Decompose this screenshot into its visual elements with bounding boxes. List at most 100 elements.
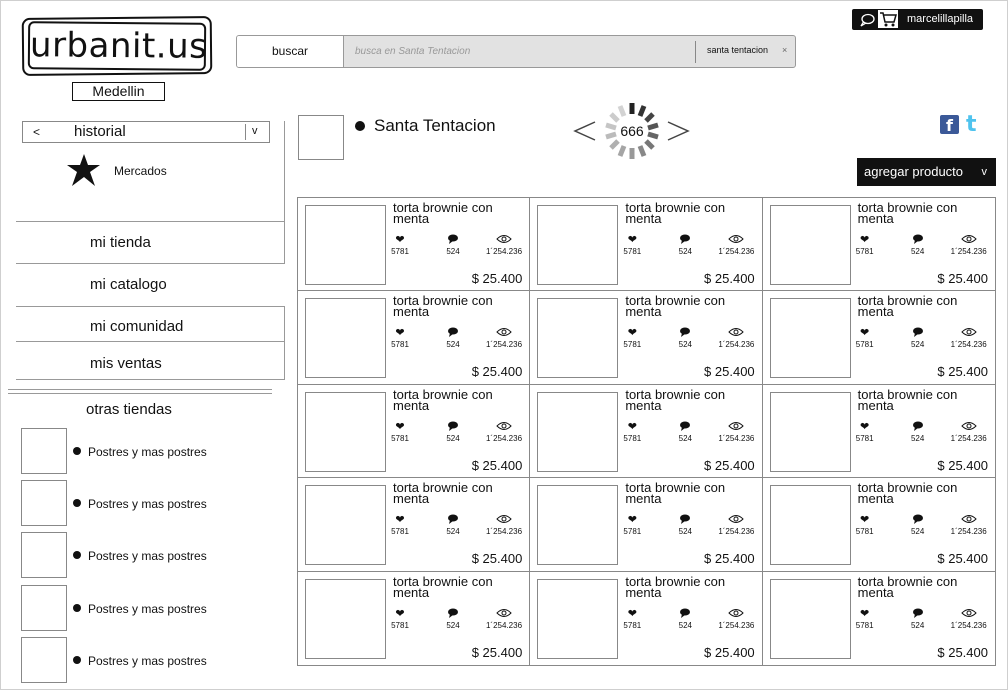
search-button[interactable]: buscar [237, 36, 344, 67]
other-store-link[interactable]: Postres y mas postres [88, 654, 207, 668]
nav-mi-tienda[interactable]: mi tienda [90, 234, 151, 251]
comments-stat[interactable]: 524 [443, 421, 463, 444]
other-store-link[interactable]: Postres y mas postres [88, 549, 207, 563]
nav-mi-comunidad[interactable]: mi comunidad [90, 318, 183, 335]
comments-stat[interactable]: 524 [443, 514, 463, 537]
comments-stat[interactable]: 524 [908, 421, 928, 444]
likes-stat[interactable]: ❤ 5781 [622, 608, 642, 631]
current-category[interactable]: Mercados [114, 163, 167, 180]
product-name[interactable]: torta brownie con menta [625, 294, 760, 318]
product-card[interactable]: torta brownie con menta ❤ 5781 524 1´254… [530, 571, 763, 665]
store-thumbnail[interactable] [21, 428, 67, 474]
product-name[interactable]: torta brownie con menta [393, 575, 528, 599]
product-name[interactable]: torta brownie con menta [858, 388, 993, 412]
comments-stat[interactable]: 524 [675, 608, 695, 631]
product-image[interactable] [769, 578, 851, 659]
product-name[interactable]: torta brownie con menta [858, 294, 993, 318]
likes-stat[interactable]: ❤ 5781 [855, 327, 875, 350]
product-name[interactable]: torta brownie con menta [625, 481, 760, 505]
store-logo[interactable] [298, 115, 344, 160]
likes-stat[interactable]: ❤ 5781 [622, 234, 642, 257]
product-name[interactable]: torta brownie con menta [858, 201, 993, 225]
back-arrow-icon[interactable]: < [33, 122, 40, 142]
product-card[interactable]: torta brownie con menta ❤ 5781 524 1´254… [762, 478, 995, 572]
comments-stat[interactable]: 524 [908, 514, 928, 537]
product-image[interactable] [305, 578, 386, 659]
product-card[interactable]: torta brownie con menta ❤ 5781 524 1´254… [298, 198, 531, 292]
product-image[interactable] [769, 205, 851, 285]
nav-mi-catalogo[interactable]: mi catalogo [90, 276, 167, 293]
product-image[interactable] [537, 391, 619, 472]
comments-stat[interactable]: 524 [675, 234, 695, 257]
likes-stat[interactable]: ❤ 5781 [622, 327, 642, 350]
product-image[interactable] [769, 391, 851, 472]
product-name[interactable]: torta brownie con menta [858, 481, 993, 505]
product-name[interactable]: torta brownie con menta [393, 294, 528, 318]
product-image[interactable] [537, 298, 619, 379]
other-store-link[interactable]: Postres y mas postres [88, 497, 207, 511]
history-select[interactable]: < historial v [22, 121, 270, 143]
chevron-right-icon[interactable] [666, 120, 690, 142]
logo[interactable]: urbanit.us [27, 21, 208, 71]
close-icon[interactable]: × [782, 36, 787, 64]
comments-stat[interactable]: 524 [908, 327, 928, 350]
likes-stat[interactable]: ❤ 5781 [622, 421, 642, 444]
comments-stat[interactable]: 524 [908, 608, 928, 631]
product-card[interactable]: torta brownie con menta ❤ 5781 524 1´254… [530, 198, 763, 292]
store-thumbnail[interactable] [21, 585, 67, 631]
comments-stat[interactable]: 524 [443, 608, 463, 631]
product-name[interactable]: torta brownie con menta [625, 201, 760, 225]
product-card[interactable]: torta brownie con menta ❤ 5781 524 1´254… [530, 291, 763, 385]
product-card[interactable]: torta brownie con menta ❤ 5781 524 1´254… [298, 291, 531, 385]
product-card[interactable]: torta brownie con menta ❤ 5781 524 1´254… [762, 291, 995, 385]
chat-icon[interactable] [860, 13, 875, 27]
likes-stat[interactable]: ❤ 5781 [855, 421, 875, 444]
product-name[interactable]: torta brownie con menta [393, 481, 528, 505]
product-image[interactable] [537, 578, 619, 659]
product-name[interactable]: torta brownie con menta [625, 388, 760, 412]
nav-mis-ventas[interactable]: mis ventas [90, 355, 162, 372]
product-image[interactable] [305, 485, 386, 566]
product-image[interactable] [305, 391, 386, 472]
product-image[interactable] [769, 485, 851, 566]
product-card[interactable]: torta brownie con menta ❤ 5781 524 1´254… [530, 384, 763, 479]
product-card[interactable]: torta brownie con menta ❤ 5781 524 1´254… [762, 385, 995, 479]
city-label[interactable]: Medellin [72, 82, 165, 101]
product-image[interactable] [769, 298, 851, 379]
product-card[interactable]: torta brownie con menta ❤ 5781 524 1´254… [298, 384, 531, 479]
likes-stat[interactable]: ❤ 5781 [855, 608, 875, 631]
product-card[interactable]: torta brownie con menta ❤ 5781 524 1´254… [762, 198, 995, 292]
chevron-down-icon[interactable]: v [252, 122, 258, 141]
other-store-link[interactable]: Postres y mas postres [88, 445, 207, 459]
likes-stat[interactable]: ❤ 5781 [390, 421, 410, 444]
comments-stat[interactable]: 524 [443, 327, 463, 350]
search-input[interactable] [345, 36, 694, 67]
cart-icon[interactable] [878, 10, 898, 28]
product-card[interactable]: torta brownie con menta ❤ 5781 524 1´254… [530, 478, 763, 572]
other-store-link[interactable]: Postres y mas postres [88, 602, 207, 616]
comments-stat[interactable]: 524 [443, 234, 463, 257]
likes-stat[interactable]: ❤ 5781 [855, 514, 875, 537]
twitter-icon[interactable]: t [966, 114, 977, 136]
product-card[interactable]: torta brownie con menta ❤ 5781 524 1´254… [298, 478, 531, 572]
comments-stat[interactable]: 524 [675, 514, 695, 537]
likes-stat[interactable]: ❤ 5781 [390, 234, 410, 257]
product-name[interactable]: torta brownie con menta [393, 388, 528, 412]
product-name[interactable]: torta brownie con menta [393, 201, 528, 225]
add-product-button[interactable]: agregar producto v [857, 158, 996, 186]
username[interactable]: marcelillapilla [907, 9, 973, 30]
product-image[interactable] [305, 205, 386, 285]
likes-stat[interactable]: ❤ 5781 [390, 608, 410, 631]
chevron-left-icon[interactable] [573, 120, 597, 142]
product-image[interactable] [305, 298, 386, 379]
comments-stat[interactable]: 524 [675, 421, 695, 444]
likes-stat[interactable]: ❤ 5781 [855, 234, 875, 257]
likes-stat[interactable]: ❤ 5781 [390, 514, 410, 537]
product-image[interactable] [537, 205, 619, 285]
product-name[interactable]: torta brownie con menta [625, 575, 760, 599]
likes-stat[interactable]: ❤ 5781 [622, 514, 642, 537]
comments-stat[interactable]: 524 [908, 234, 928, 257]
facebook-icon[interactable]: f [940, 115, 959, 135]
product-image[interactable] [537, 485, 619, 566]
product-card[interactable]: torta brownie con menta ❤ 5781 524 1´254… [298, 571, 531, 665]
